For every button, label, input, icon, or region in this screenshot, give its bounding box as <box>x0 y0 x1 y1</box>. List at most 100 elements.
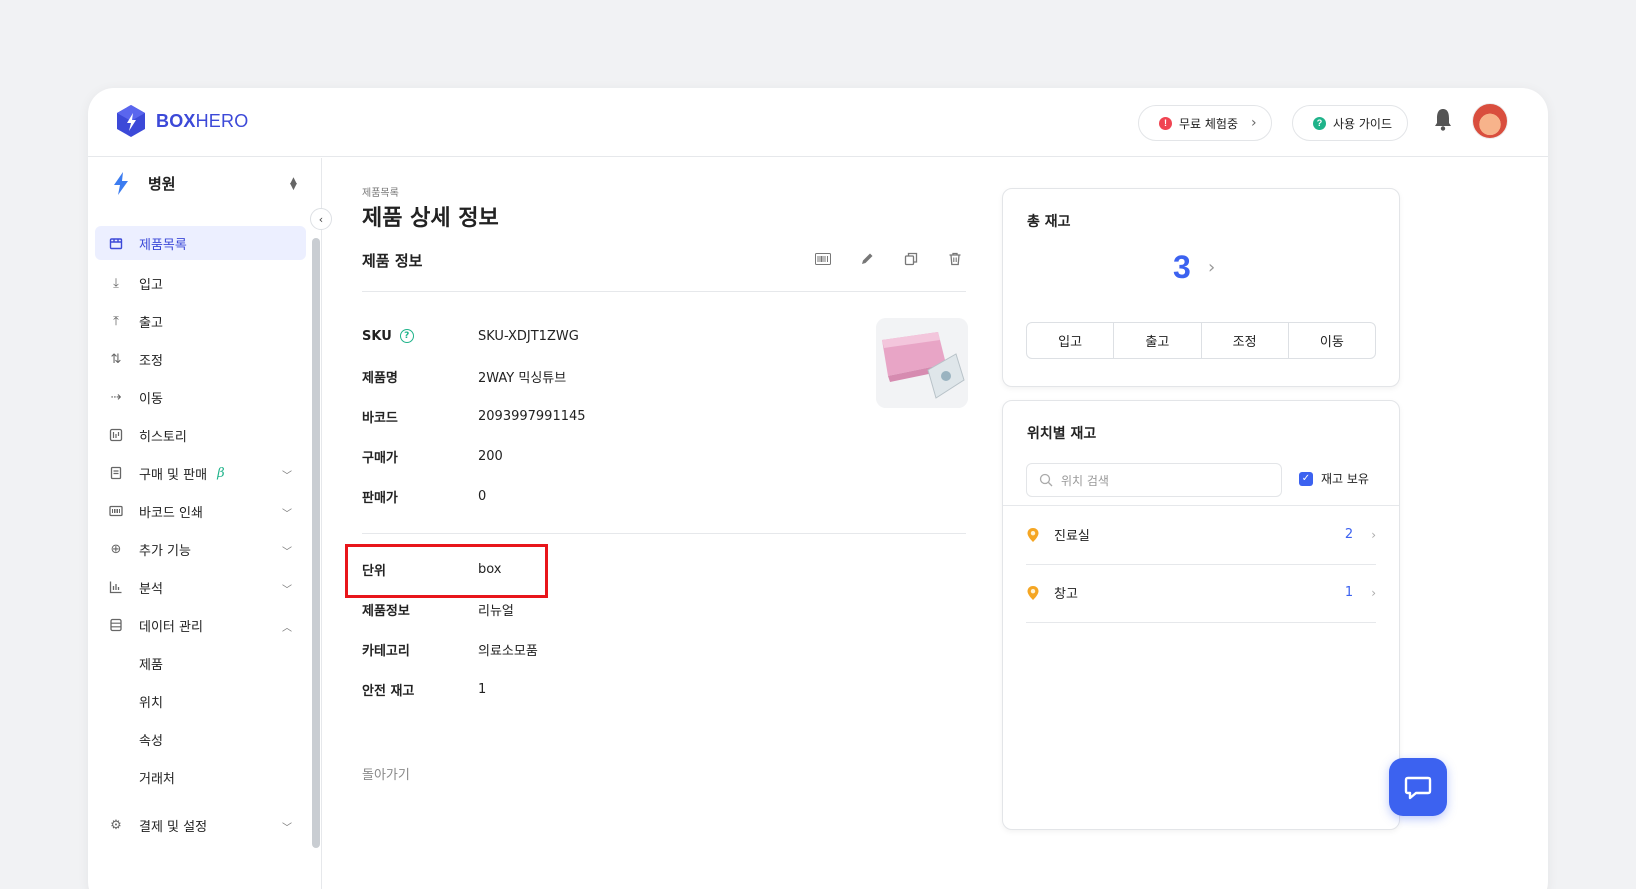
sidebar-item-label: 바코드 인쇄 <box>139 505 203 521</box>
section-title: 제품 정보 <box>362 252 423 270</box>
field-safety-stock: 안전 재고 1 <box>362 679 486 699</box>
location-pin-icon <box>1027 527 1039 542</box>
chevron-right-icon[interactable]: › <box>1208 257 1215 278</box>
field-value: 0 <box>478 488 487 504</box>
sidebar-item-analytics[interactable]: 분석 ﹀ <box>95 568 306 606</box>
product-toolbar <box>812 250 966 268</box>
move-button[interactable]: 이동 <box>1289 323 1375 358</box>
field-value: 1 <box>478 681 487 697</box>
chat-support-button[interactable] <box>1389 758 1447 816</box>
card-title: 총 재고 <box>1027 214 1071 230</box>
location-stock-card: 위치별 재고 위치 검색 ✓ 재고 보유 진료실 2 › 창고 1 › <box>1002 400 1400 830</box>
chevron-right-icon: › <box>1251 115 1257 131</box>
user-guide-button[interactable]: ? 사용 가이드 <box>1292 105 1408 141</box>
chevron-down-icon: ﹀ <box>282 585 292 596</box>
back-link[interactable]: 돌아가기 <box>362 764 410 783</box>
sidebar-item-product-list[interactable]: 제품목록 <box>95 226 306 260</box>
field-barcode: 바코드 2093997991145 <box>362 406 586 426</box>
help-icon[interactable]: ? <box>399 329 414 343</box>
edit-icon[interactable] <box>856 250 878 268</box>
search-icon <box>1039 473 1053 487</box>
chevron-down-icon: ﹀ <box>282 823 292 834</box>
sidebar-item-label: 입고 <box>139 277 163 293</box>
checkbox-checked-icon[interactable]: ✓ <box>1299 471 1313 486</box>
adjust-button[interactable]: 조정 <box>1202 323 1289 358</box>
total-stock-value[interactable]: 3 <box>1173 249 1191 286</box>
arrow-down-icon: ⤓ <box>113 275 119 291</box>
top-bar: BOXHERO ! 무료 체험중 › ? 사용 가이드 <box>88 88 1548 157</box>
checkbox-label: 재고 보유 <box>1321 472 1369 486</box>
chevron-up-icon: ︿ <box>282 623 292 634</box>
sidebar-item-stock-in[interactable]: ⤓ 입고 <box>95 264 306 302</box>
chevron-down-icon: ﹀ <box>282 509 292 520</box>
field-label: 바코드 <box>362 410 398 426</box>
brand-logo[interactable]: BOXHERO <box>116 104 248 138</box>
field-value: 2093997991145 <box>478 408 586 424</box>
user-guide-label: 사용 가이드 <box>1333 116 1393 131</box>
sidebar-item-extra-features[interactable]: ⊕ 추가 기능 ﹀ <box>95 530 306 568</box>
sort-caret-icon[interactable]: ▲ ▼ <box>290 177 297 192</box>
boxhero-logo-icon <box>117 105 145 137</box>
sidebar-subitem-attributes[interactable]: 속성 <box>95 720 306 758</box>
breadcrumb[interactable]: 제품목록 <box>362 184 399 199</box>
field-label: 카테고리 <box>362 643 410 659</box>
field-label: 제품정보 <box>362 603 410 619</box>
trash-icon[interactable] <box>944 250 966 268</box>
sidebar-item-data-management[interactable]: 데이터 관리 ︿ <box>95 606 306 644</box>
bell-icon[interactable] <box>1432 106 1454 132</box>
app-window: BOXHERO ! 무료 체험중 › ? 사용 가이드 병원 ▲ ▼ 제품목록 … <box>88 88 1548 889</box>
free-trial-button[interactable]: ! 무료 체험중 › <box>1138 105 1272 141</box>
help-icon: ? <box>1313 116 1326 130</box>
sidebar-item-history[interactable]: 히스토리 <box>95 416 306 454</box>
field-value: SKU-XDJT1ZWG <box>478 328 579 344</box>
location-search-input[interactable]: 위치 검색 <box>1026 463 1282 497</box>
sidebar-scrollbar[interactable] <box>312 238 320 848</box>
sidebar-item-stock-out[interactable]: ⤒ 출고 <box>95 302 306 340</box>
search-placeholder: 위치 검색 <box>1061 473 1109 488</box>
sidebar-item-label: 구매 및 판매 <box>139 467 208 483</box>
sidebar-footer: ⚙ 결제 및 설정 ﹀ <box>95 806 306 844</box>
field-category: 카테고리 의료소모품 <box>362 639 538 659</box>
field-sale-price: 판매가 0 <box>362 486 486 506</box>
stock-action-group: 입고 출고 조정 이동 <box>1026 322 1376 359</box>
org-switcher[interactable]: 병원 <box>108 170 176 196</box>
field-product-info: 제품정보 리뉴얼 <box>362 599 514 619</box>
sidebar-item-move[interactable]: ⇢ 이동 <box>95 378 306 416</box>
sidebar-item-adjust[interactable]: ⇅ 조정 <box>95 340 306 378</box>
location-count: 2 <box>1344 527 1354 542</box>
avatar[interactable] <box>1472 103 1508 139</box>
sidebar-item-purchase-sales[interactable]: 구매 및 판매 β ﹀ <box>95 454 306 492</box>
stock-in-button[interactable]: 입고 <box>1027 323 1115 358</box>
sidebar-item-label: 히스토리 <box>139 429 187 445</box>
sidebar-item-label: 추가 기능 <box>139 543 191 559</box>
sidebar-subitem-products[interactable]: 제품 <box>95 644 306 682</box>
barcode-icon <box>109 504 123 518</box>
field-value: 200 <box>478 448 503 464</box>
lightning-icon <box>108 170 134 196</box>
sidebar-item-billing-settings[interactable]: ⚙ 결제 및 설정 ﹀ <box>95 806 306 844</box>
chevron-right-icon: › <box>1371 585 1376 600</box>
sidebar-subitem-partners[interactable]: 거래처 <box>95 758 306 796</box>
sidebar-subitem-locations[interactable]: 위치 <box>95 682 306 720</box>
barcode-print-icon[interactable] <box>812 250 834 268</box>
highlight-box <box>345 544 548 598</box>
divider <box>362 291 966 292</box>
location-row[interactable]: 창고 1 › <box>1026 563 1376 623</box>
sidebar-item-barcode-print[interactable]: 바코드 인쇄 ﹀ <box>95 492 306 530</box>
chevron-down-icon: ﹀ <box>282 547 292 558</box>
duplicate-icon[interactable] <box>900 250 922 268</box>
product-image[interactable] <box>876 318 968 408</box>
sidebar-item-label: 출고 <box>139 315 163 331</box>
total-stock-card: 총 재고 3 › 입고 출고 조정 이동 <box>1002 188 1400 387</box>
in-stock-filter[interactable]: ✓ 재고 보유 <box>1299 470 1369 487</box>
location-row[interactable]: 진료실 2 › <box>1026 505 1376 565</box>
field-value: 2WAY 믹싱튜브 <box>478 370 567 386</box>
field-purchase-price: 구매가 200 <box>362 446 503 466</box>
swap-icon: ⇅ <box>110 351 122 367</box>
stock-out-button[interactable]: 출고 <box>1114 323 1202 358</box>
location-name: 진료실 <box>1054 529 1090 544</box>
move-icon: ⇢ <box>110 389 122 405</box>
chevron-right-icon: › <box>1371 527 1376 542</box>
field-value: 리뉴얼 <box>478 603 514 619</box>
gear-icon: ⚙ <box>110 817 122 833</box>
